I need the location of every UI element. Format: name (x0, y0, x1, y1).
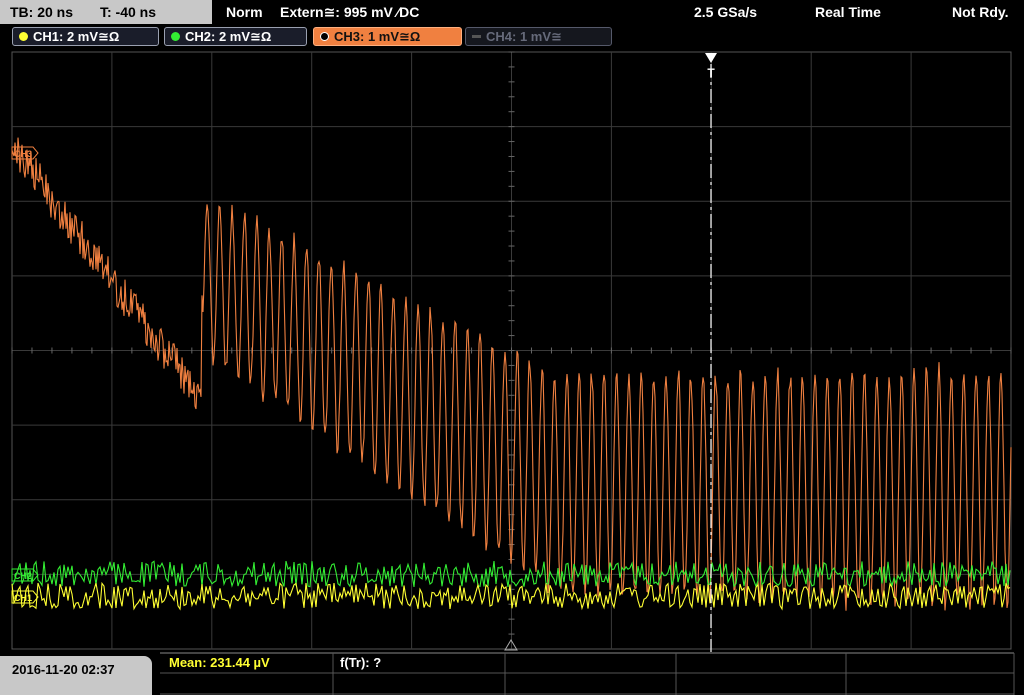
datetime-box: 2016-11-20 02:37 (0, 656, 152, 695)
channel-3-label: CH3: 1 mV≅Ω (334, 29, 421, 44)
trigger-mode[interactable]: Norm (226, 4, 263, 20)
sample-rate: 2.5 GSa/s (694, 4, 758, 20)
trigger-source[interactable]: Extern≅: 995 mV ∕DC (280, 4, 419, 21)
mean-measurement[interactable]: Mean: 231.44 µV (169, 655, 270, 670)
channel-4-label: CH4: 1 mV≅ (486, 29, 562, 44)
trigger-marker-label: T (707, 66, 715, 80)
trigger-frequency-measurement[interactable]: f(Tr): ? (340, 655, 381, 670)
top-status-bar: TB: 20 ns T: -40 ns Norm Extern≅: 995 mV… (0, 0, 1024, 24)
channel-1-indicator-icon (19, 32, 28, 41)
channel-2-label: CH2: 2 mV≅Ω (185, 29, 272, 44)
channel-1-label: CH1: 2 mV≅Ω (33, 29, 120, 44)
waveform-display[interactable]: T CH3 CH2 CH1 (0, 50, 1024, 652)
acquisition-status: Not Rdy. (952, 4, 1009, 20)
channel-3-ref-label: CH3 (14, 149, 32, 159)
timebase-readout: TB: 20 ns (10, 4, 74, 20)
channel-4-button[interactable]: CH4: 1 mV≅ (465, 27, 612, 46)
channel-4-indicator-icon (472, 35, 481, 38)
channel-3-indicator-icon (320, 32, 329, 41)
channel-2-ref-label: CH2 (14, 571, 32, 581)
channel-bar: CH1: 2 mV≅Ω CH2: 2 mV≅Ω CH3: 1 mV≅Ω CH4:… (0, 24, 1024, 50)
channel-1-ref-label: CH1 (14, 593, 32, 603)
channel-3-button[interactable]: CH3: 1 mV≅Ω (313, 27, 462, 46)
acquisition-mode: Real Time (815, 4, 881, 20)
timebase-box[interactable]: TB: 20 ns T: -40 ns (0, 0, 212, 24)
measurement-grid (160, 652, 1015, 695)
channel-2-indicator-icon (171, 32, 180, 41)
trigger-time-readout: T: -40 ns (100, 4, 157, 20)
channel-1-button[interactable]: CH1: 2 mV≅Ω (12, 27, 159, 46)
datetime-readout: 2016-11-20 02:37 (12, 662, 115, 677)
waveform-canvas[interactable]: T CH3 CH2 CH1 (0, 50, 1024, 652)
channel-2-button[interactable]: CH2: 2 mV≅Ω (164, 27, 307, 46)
measurement-bar: Mean: 231.44 µV f(Tr): ? (0, 652, 1024, 695)
